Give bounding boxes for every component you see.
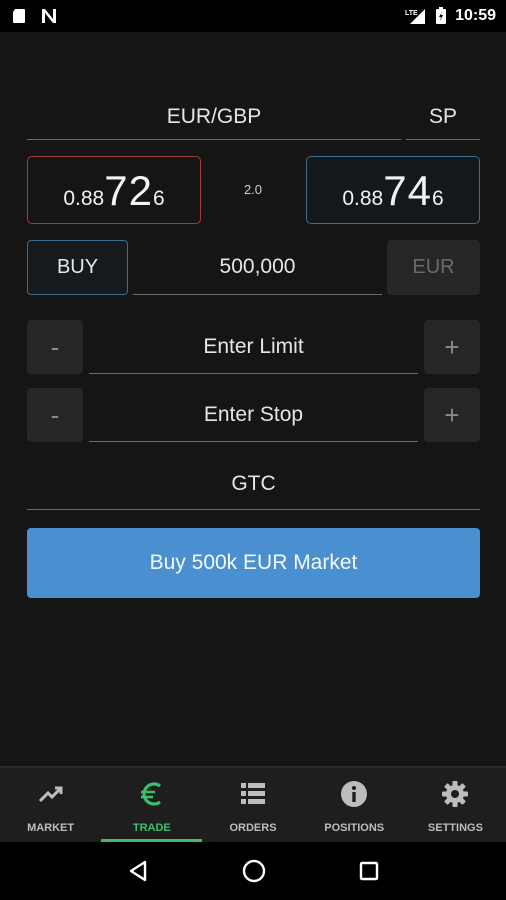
plus-icon: + <box>444 331 460 362</box>
sd-card-icon <box>13 9 25 23</box>
nav-market[interactable]: MARKET <box>0 768 101 842</box>
bid-price-box[interactable]: 0.88 72 6 <box>27 156 201 224</box>
gear-icon <box>441 780 469 808</box>
battery-icon <box>436 7 447 24</box>
nav-positions-label: POSITIONS <box>324 822 385 834</box>
spread-value: 2.0 <box>243 182 263 197</box>
limit-input[interactable]: Enter Limit <box>89 320 418 374</box>
ask-price-box[interactable]: 0.88 74 6 <box>306 156 480 224</box>
stop-increment-button[interactable]: + <box>424 388 480 442</box>
limit-decrement-button[interactable]: - <box>27 320 83 374</box>
ask-prefix: 0.88 <box>342 187 384 210</box>
nav-settings[interactable]: SETTINGS <box>405 768 506 842</box>
nav-orders[interactable]: ORDERS <box>202 768 303 842</box>
submit-order-button[interactable]: Buy 500k EUR Market <box>27 528 480 598</box>
status-bar: LTE 10:59 <box>0 0 506 32</box>
nav-market-label: MARKET <box>27 822 75 834</box>
list-icon <box>239 780 267 808</box>
notification-n-icon <box>42 9 56 23</box>
ask-fraction: 6 <box>431 187 444 210</box>
bid-prefix: 0.88 <box>63 187 105 210</box>
account-type-label: SP <box>428 104 457 128</box>
lte-signal-icon: LTE <box>405 9 426 24</box>
limit-increment-button[interactable]: + <box>424 320 480 374</box>
bid-pips: 72 <box>104 167 153 214</box>
nav-orders-label: ORDERS <box>229 822 277 834</box>
side-label: BUY <box>56 256 99 278</box>
instrument-selector[interactable]: EUR/GBP <box>27 94 401 140</box>
stop-decrement-button[interactable]: - <box>27 388 83 442</box>
plus-icon: + <box>444 399 460 430</box>
back-icon[interactable] <box>126 859 150 883</box>
system-navigation-bar <box>0 842 506 900</box>
nav-trade[interactable]: TRADE <box>101 768 203 842</box>
recents-icon[interactable] <box>358 860 380 882</box>
home-icon[interactable] <box>241 858 267 884</box>
stop-input[interactable]: Enter Stop <box>89 388 418 442</box>
ask-pips: 74 <box>383 167 432 214</box>
svg-text:LTE: LTE <box>405 10 418 17</box>
nav-trade-label: TRADE <box>132 822 171 834</box>
trade-screen: EUR/GBP SP 0.88 72 6 2.0 0.88 74 6 BUY 5… <box>0 32 506 766</box>
stop-placeholder: Enter Stop <box>203 402 304 426</box>
time-in-force-label: GTC <box>231 471 276 495</box>
bottom-navigation: MARKET TRADE ORDERS POSITIONS SETTINGS <box>0 766 506 842</box>
minus-icon: - <box>50 331 60 362</box>
euro-icon <box>138 780 166 808</box>
instrument-label: EUR/GBP <box>166 104 262 128</box>
trending-up-icon <box>37 780 65 808</box>
account-type-selector[interactable]: SP <box>406 94 480 140</box>
nav-settings-label: SETTINGS <box>427 822 483 834</box>
quantity-value: 500,000 <box>219 255 296 278</box>
limit-placeholder: Enter Limit <box>203 334 304 358</box>
minus-icon: - <box>50 399 60 430</box>
time-in-force-selector[interactable]: GTC <box>27 458 480 510</box>
side-toggle-button[interactable]: BUY <box>27 240 128 295</box>
bid-fraction: 6 <box>152 187 165 210</box>
clock: 10:59 <box>455 7 496 24</box>
info-icon <box>340 780 368 808</box>
quantity-input[interactable]: 500,000 <box>133 240 382 295</box>
nav-positions[interactable]: POSITIONS <box>304 768 405 842</box>
currency-button[interactable]: EUR <box>387 240 480 295</box>
currency-label: EUR <box>412 256 455 278</box>
submit-order-label: Buy 500k EUR Market <box>149 551 358 574</box>
